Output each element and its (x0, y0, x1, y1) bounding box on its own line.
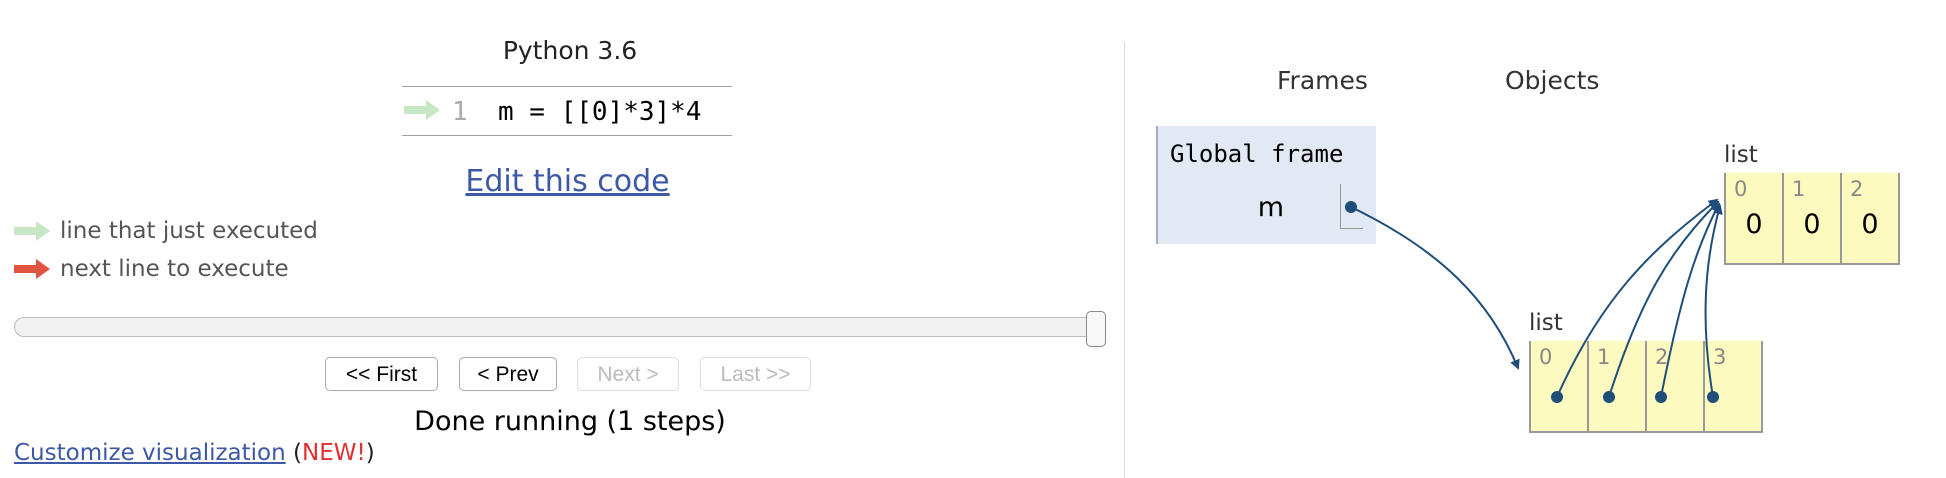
frames-header: Frames (1277, 66, 1368, 95)
cell-index: 2 (1850, 177, 1864, 201)
outer-list-cell: 1 (1589, 341, 1647, 431)
customize-visualization-link[interactable]: Customize visualization (14, 440, 286, 466)
line-number: 1 (452, 97, 468, 127)
step-slider-track[interactable] (14, 317, 1096, 337)
cell-index: 3 (1713, 345, 1727, 369)
pane-divider (1124, 42, 1125, 478)
cell-index: 2 (1655, 345, 1669, 369)
outer-list-cell: 0 (1531, 341, 1589, 431)
next-button[interactable]: Next > (577, 357, 679, 391)
customize-row: Customize visualization (NEW!) (14, 440, 375, 466)
cell-index: 1 (1597, 345, 1611, 369)
cell-index: 0 (1734, 177, 1748, 201)
language-title: Python 3.6 (502, 36, 638, 65)
inner-list: 0 0 1 0 2 0 (1724, 173, 1900, 265)
legend-next-line: next line to execute (14, 256, 289, 282)
global-frame: Global frame m (1156, 126, 1376, 244)
outer-list-label: list (1529, 310, 1563, 336)
legend-next-line-label: next line to execute (60, 256, 289, 282)
red-arrow-icon (14, 259, 50, 279)
first-button[interactable]: << First (325, 357, 438, 391)
cell-value: 0 (1745, 209, 1763, 240)
global-frame-title: Global frame (1170, 140, 1344, 168)
legend-just-executed-label: line that just executed (60, 218, 318, 244)
run-status: Done running (1 steps) (414, 406, 726, 437)
code-line: m = [[0]*3]*4 (498, 97, 702, 127)
objects-header: Objects (1505, 66, 1600, 95)
inner-list-cell: 2 0 (1842, 173, 1900, 263)
inner-list-cell: 1 0 (1784, 173, 1842, 263)
prev-button[interactable]: < Prev (459, 357, 557, 391)
outer-list-cell: 3 (1705, 341, 1763, 431)
close-paren: ) (365, 440, 375, 466)
inner-list-label: list (1724, 142, 1758, 168)
step-slider-handle[interactable] (1086, 311, 1106, 347)
outer-list: 0 1 2 3 (1529, 341, 1763, 433)
variable-value-cell (1340, 184, 1363, 229)
variable-name-m: m (1257, 192, 1284, 223)
pythontutor-page: Python 3.6 1 m = [[0]*3]*4 Edit this cod… (0, 0, 1946, 478)
new-badge: NEW! (302, 440, 366, 466)
just-executed-arrow-icon (404, 100, 440, 120)
last-button[interactable]: Last >> (700, 357, 811, 391)
outer-list-cell: 2 (1647, 341, 1705, 431)
inner-list-cell: 0 0 (1726, 173, 1784, 263)
cell-value: 0 (1861, 209, 1879, 240)
cell-value: 0 (1803, 209, 1821, 240)
green-arrow-icon (14, 221, 50, 241)
cell-index: 1 (1792, 177, 1806, 201)
code-listing: 1 m = [[0]*3]*4 (402, 86, 732, 136)
cell-index: 0 (1539, 345, 1553, 369)
open-paren: ( (293, 440, 302, 466)
legend-just-executed: line that just executed (14, 218, 318, 244)
edit-code-link[interactable]: Edit this code (430, 164, 705, 199)
